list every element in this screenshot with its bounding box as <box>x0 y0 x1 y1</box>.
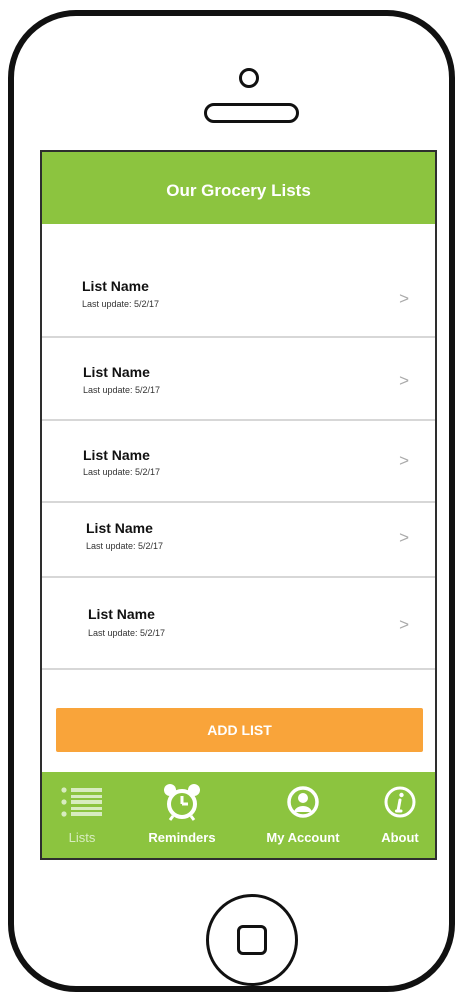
list-item-name: List Name <box>83 364 150 380</box>
chevron-right-icon: > <box>399 289 409 308</box>
app-header: Our Grocery Lists <box>42 152 435 224</box>
list-item-name: List Name <box>86 520 153 536</box>
list-icon <box>60 784 104 820</box>
list-item-name: List Name <box>88 606 155 622</box>
list-item-updated: Last update: 5/2/17 <box>86 541 164 551</box>
home-button[interactable] <box>206 894 298 986</box>
chevron-right-icon: > <box>399 615 409 634</box>
list-item-updated: Last update: 5/2/17 <box>83 385 161 395</box>
tab-bar: Lists Reminders My Account About <box>42 772 435 858</box>
list-item[interactable]: List Name Last update: 5/2/17 > <box>42 503 435 578</box>
page-title: Our Grocery Lists <box>166 181 311 200</box>
tab-label: Lists <box>68 830 96 845</box>
chevron-right-icon: > <box>399 528 409 547</box>
tab-label: Reminders <box>148 830 216 845</box>
tab-label: About <box>381 830 419 845</box>
list-item-name: List Name <box>83 447 150 463</box>
speaker-icon <box>204 103 299 123</box>
info-icon <box>383 784 417 820</box>
tab-reminders[interactable]: Reminders <box>134 772 230 858</box>
list-item[interactable]: List Name Last update: 5/2/17 > <box>42 262 435 338</box>
list-item[interactable]: List Name Last update: 5/2/17 > <box>42 338 435 421</box>
app-screen: Our Grocery Lists List Name Last update:… <box>40 150 437 860</box>
tab-lists[interactable]: Lists <box>52 772 112 858</box>
list-item-updated: Last update: 5/2/17 <box>88 628 166 638</box>
list-item[interactable]: List Name Last update: 5/2/17 > <box>42 421 435 503</box>
user-icon <box>286 784 320 820</box>
camera-icon <box>239 68 259 88</box>
home-square-icon <box>237 925 267 955</box>
tab-my-account[interactable]: My Account <box>250 772 356 858</box>
tab-about[interactable]: About <box>372 772 428 858</box>
chevron-right-icon: > <box>399 371 409 390</box>
chevron-right-icon: > <box>399 451 409 470</box>
list-item-updated: Last update: 5/2/17 <box>83 467 161 477</box>
list-item[interactable]: List Name Last update: 5/2/17 > <box>42 578 435 670</box>
add-list-button[interactable]: ADD LIST <box>56 708 423 752</box>
alarm-clock-icon <box>162 784 202 821</box>
list-item-updated: Last update: 5/2/17 <box>82 299 160 309</box>
list-item-name: List Name <box>82 278 149 294</box>
tab-label: My Account <box>266 830 340 845</box>
